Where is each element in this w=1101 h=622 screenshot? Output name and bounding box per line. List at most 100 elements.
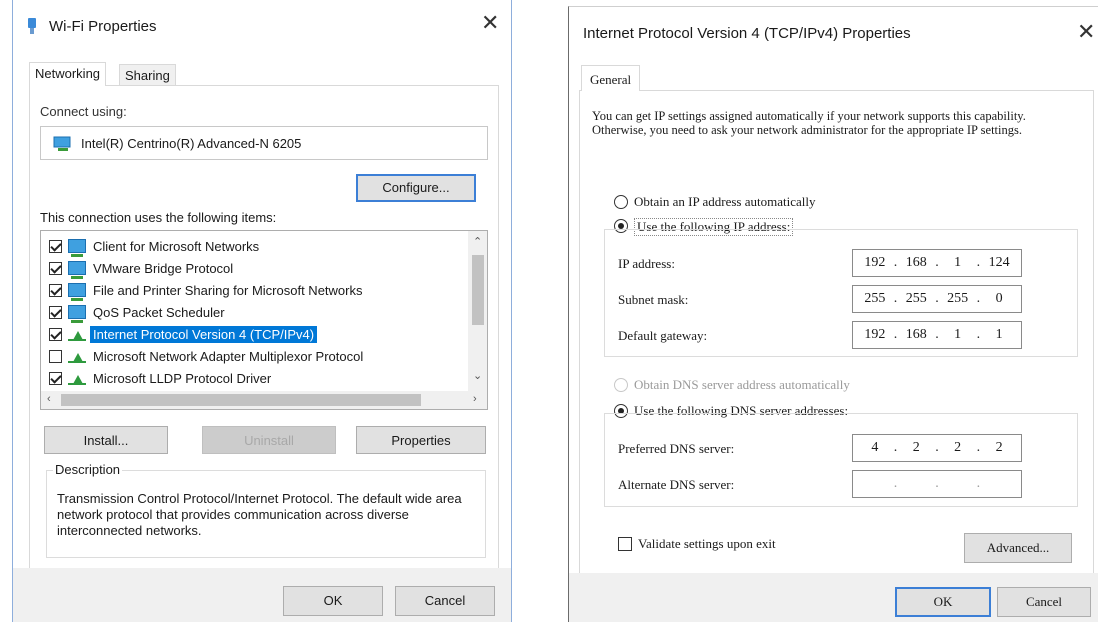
- dns1-octet-4: 2: [995, 440, 1003, 455]
- wifi-properties-dialog: Wi-Fi Properties ✕ Networking Sharing Co…: [12, 0, 512, 622]
- list-item-label: Microsoft Network Adapter Multiplexor Pr…: [93, 348, 364, 364]
- obtain-ip-auto-radio[interactable]: [614, 195, 628, 209]
- items-label: This connection uses the following items…: [40, 210, 277, 225]
- adapter-box: Intel(R) Centrino(R) Advanced-N 6205: [40, 126, 488, 160]
- ipv4-properties-dialog: Internet Protocol Version 4 (TCP/IPv4) P…: [568, 6, 1098, 622]
- dns1-octet-2: 2: [912, 440, 920, 455]
- octet-separator: .: [976, 440, 981, 455]
- cancel-button[interactable]: Cancel: [997, 587, 1091, 617]
- items-list: Client for Microsoft Networks VMware Brid…: [40, 230, 488, 410]
- close-icon[interactable]: ✕: [1077, 21, 1095, 43]
- network-client-icon: [68, 305, 86, 323]
- octet-separator: .: [976, 255, 981, 270]
- list-item-label: VMware Bridge Protocol: [93, 260, 234, 276]
- ok-button[interactable]: OK: [895, 587, 991, 617]
- adapter-name: Intel(R) Centrino(R) Advanced-N 6205: [81, 136, 302, 151]
- item-checkbox[interactable]: [49, 283, 62, 297]
- protocol-icon: [68, 371, 86, 385]
- mask-octet-3: 255: [947, 291, 969, 306]
- alternate-dns-field[interactable]: . . .: [852, 470, 1022, 498]
- description-label: Description: [53, 462, 123, 477]
- ok-button[interactable]: OK: [283, 586, 383, 616]
- gateway-octet-3: 1: [954, 327, 962, 342]
- gateway-octet-1: 192: [864, 327, 886, 342]
- list-item-label: QoS Packet Scheduler: [93, 304, 225, 320]
- item-checkbox[interactable]: [49, 239, 62, 253]
- ip-octet-4: 124: [988, 255, 1010, 270]
- scroll-down-icon[interactable]: ⌄: [473, 369, 482, 382]
- octet-separator: .: [935, 291, 939, 306]
- intro-text: You can get IP settings assigned automat…: [592, 109, 1026, 137]
- description-group: Description Transmission Control Protoco…: [46, 462, 486, 558]
- item-checkbox[interactable]: [49, 327, 62, 341]
- tab-networking[interactable]: Networking: [29, 62, 107, 86]
- item-checkbox[interactable]: [49, 305, 62, 319]
- octet-separator: .: [893, 255, 898, 270]
- list-item[interactable]: Microsoft LLDP Protocol Driver: [49, 367, 274, 389]
- dns1-octet-3: 2: [954, 440, 962, 455]
- octet-separator: .: [935, 327, 939, 342]
- protocol-icon: [68, 349, 86, 363]
- network-adapter-icon: [53, 136, 73, 152]
- ip-octet-1: 192: [864, 255, 886, 270]
- wifi-footer: OK Cancel: [13, 568, 511, 622]
- gateway-octet-4: 1: [995, 327, 1003, 342]
- ip-octet-2: 168: [905, 255, 927, 270]
- properties-button[interactable]: Properties: [356, 426, 486, 454]
- vertical-scrollbar[interactable]: ⌃ ⌄: [468, 231, 487, 391]
- uninstall-button: Uninstall: [202, 426, 336, 454]
- ipv4-footer: OK Cancel: [569, 573, 1098, 622]
- alternate-dns-label: Alternate DNS server:: [618, 477, 735, 492]
- obtain-dns-auto-radio[interactable]: [614, 378, 628, 392]
- cancel-button[interactable]: Cancel: [395, 586, 495, 616]
- subnet-mask-field[interactable]: 255. 255. 255. 0: [852, 285, 1022, 313]
- preferred-dns-field[interactable]: 4. 2. 2. 2: [852, 434, 1022, 462]
- wifi-adapter-icon: [27, 18, 37, 34]
- list-item[interactable]: VMware Bridge Protocol: [49, 257, 236, 279]
- advanced-button[interactable]: Advanced...: [964, 533, 1072, 563]
- scroll-right-icon[interactable]: ›: [473, 393, 477, 405]
- gateway-label: Default gateway:: [618, 328, 708, 343]
- octet-separator: .: [935, 476, 939, 491]
- connect-using-label: Connect using:: [40, 104, 127, 119]
- octet-separator: .: [893, 327, 898, 342]
- list-item[interactable]: File and Printer Sharing for Microsoft N…: [49, 279, 365, 301]
- network-client-icon: [68, 239, 86, 257]
- gateway-octet-2: 168: [905, 327, 927, 342]
- octet-separator: .: [893, 291, 898, 306]
- list-item[interactable]: QoS Packet Scheduler: [49, 301, 228, 323]
- scroll-thumb[interactable]: [472, 255, 484, 325]
- validate-checkbox[interactable]: [618, 537, 632, 551]
- tab-general[interactable]: General: [581, 65, 641, 91]
- tab-sharing[interactable]: Sharing: [119, 64, 176, 86]
- list-item[interactable]: Internet Protocol Version 4 (TCP/IPv4): [49, 323, 318, 345]
- item-checkbox[interactable]: [49, 261, 62, 275]
- configure-button[interactable]: Configure...: [356, 174, 476, 202]
- obtain-dns-auto-label: Obtain DNS server address automatically: [634, 377, 850, 392]
- list-item-label: Client for Microsoft Networks: [93, 238, 260, 254]
- network-client-icon: [68, 283, 86, 301]
- list-item-label: Microsoft LLDP Protocol Driver: [93, 370, 272, 386]
- octet-separator: .: [976, 476, 981, 491]
- scroll-left-icon[interactable]: ‹: [47, 393, 51, 405]
- obtain-ip-auto-label: Obtain an IP address automatically: [634, 194, 816, 209]
- horizontal-scrollbar[interactable]: ‹ ›: [41, 391, 487, 409]
- list-item[interactable]: Microsoft Network Adapter Multiplexor Pr…: [49, 345, 366, 367]
- list-item-label: File and Printer Sharing for Microsoft N…: [93, 282, 363, 298]
- list-item[interactable]: Client for Microsoft Networks: [49, 235, 262, 257]
- item-checkbox[interactable]: [49, 371, 62, 385]
- scroll-up-icon[interactable]: ⌃: [473, 235, 482, 248]
- octet-separator: .: [935, 255, 939, 270]
- octet-separator: .: [893, 476, 898, 491]
- hscroll-thumb[interactable]: [61, 394, 421, 406]
- wifi-dialog-title: Wi-Fi Properties: [49, 18, 157, 35]
- close-icon[interactable]: ✕: [481, 12, 499, 34]
- general-panel: You can get IP settings assigned automat…: [579, 90, 1094, 590]
- gateway-field[interactable]: 192. 168. 1. 1: [852, 321, 1022, 349]
- ipv4-dialog-title: Internet Protocol Version 4 (TCP/IPv4) P…: [583, 25, 911, 42]
- octet-separator: .: [935, 440, 939, 455]
- install-button[interactable]: Install...: [44, 426, 168, 454]
- item-checkbox[interactable]: [49, 349, 62, 363]
- ip-address-field[interactable]: 192. 168. 1. 124: [852, 249, 1022, 277]
- description-text: Transmission Control Protocol/Internet P…: [57, 491, 462, 538]
